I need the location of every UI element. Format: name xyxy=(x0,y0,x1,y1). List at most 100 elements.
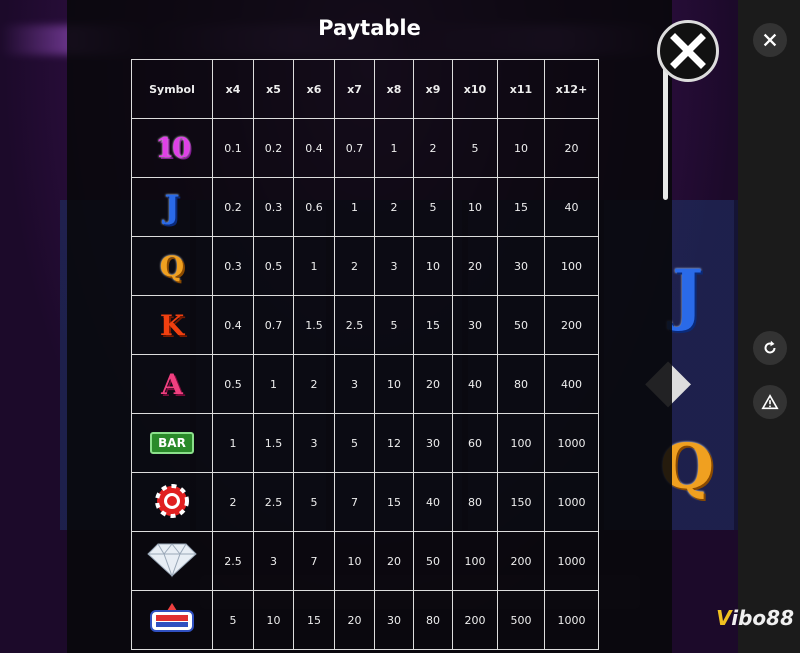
payout-cell: 1 xyxy=(374,118,414,178)
payout-cell: 2 xyxy=(334,236,375,296)
payout-cell: 80 xyxy=(497,354,545,414)
payout-cell: 20 xyxy=(452,236,498,296)
watermark-logo: Vibo88 xyxy=(716,606,794,630)
payout-cell: 1000 xyxy=(544,590,599,650)
payout-cell: 2 xyxy=(413,118,453,178)
payout-cell: 1 xyxy=(253,354,294,414)
payout-cell: 80 xyxy=(452,472,498,532)
payout-cell: 7 xyxy=(334,472,375,532)
symbol-cell: 10 xyxy=(131,118,213,178)
close-icon xyxy=(763,33,777,47)
payout-cell: 0.6 xyxy=(293,177,335,237)
table-row: K 0.4 0.7 1.5 2.5 5 15 30 50 200 xyxy=(131,295,599,355)
symbol-cell: J xyxy=(131,177,213,237)
payout-cell: 0.5 xyxy=(212,354,254,414)
payout-cell: 20 xyxy=(374,531,414,591)
paytable-overlay: Paytable Symbol x4 x5 x6 x7 x8 x9 x10 x1… xyxy=(67,0,719,653)
j-icon: J xyxy=(164,188,180,226)
table-row: 5 10 15 20 30 80 200 500 1000 xyxy=(131,590,599,650)
payout-cell: 5 xyxy=(374,295,414,355)
payout-cell: 5 xyxy=(452,118,498,178)
payout-cell: 150 xyxy=(497,472,545,532)
table-row: BAR 1 1.5 3 5 12 30 60 100 1000 xyxy=(131,413,599,473)
payout-cell: 80 xyxy=(413,590,453,650)
payout-cell: 5 xyxy=(293,472,335,532)
payout-cell: 30 xyxy=(374,590,414,650)
column-header: x7 xyxy=(334,59,375,119)
a-icon: A xyxy=(161,367,183,401)
payout-cell: 5 xyxy=(413,177,453,237)
payout-cell: 40 xyxy=(452,354,498,414)
payout-cell: 10 xyxy=(413,236,453,296)
reload-button[interactable] xyxy=(753,331,787,365)
payout-cell: 40 xyxy=(413,472,453,532)
payout-cell: 200 xyxy=(452,590,498,650)
payout-cell: 1000 xyxy=(544,472,599,532)
payout-cell: 3 xyxy=(334,354,375,414)
payout-cell: 15 xyxy=(374,472,414,532)
payout-cell: 0.4 xyxy=(212,295,254,355)
payout-cell: 30 xyxy=(452,295,498,355)
symbol-cell: A xyxy=(131,354,213,414)
symbol-cell xyxy=(131,472,213,532)
payout-cell: 400 xyxy=(544,354,599,414)
payout-cell: 200 xyxy=(544,295,599,355)
payout-cell: 0.1 xyxy=(212,118,254,178)
payout-cell: 0.2 xyxy=(253,118,294,178)
payout-cell: 30 xyxy=(497,236,545,296)
table-row: 2 2.5 5 7 15 40 80 150 1000 xyxy=(131,472,599,532)
payout-cell: 50 xyxy=(413,531,453,591)
table-row: A 0.5 1 2 3 10 20 40 80 400 xyxy=(131,354,599,414)
column-header: x8 xyxy=(374,59,414,119)
payout-cell: 2.5 xyxy=(334,295,375,355)
symbol-cell xyxy=(131,531,213,591)
column-header: x4 xyxy=(212,59,254,119)
payout-cell: 60 xyxy=(452,413,498,473)
close-button[interactable] xyxy=(657,20,719,82)
column-header: x11 xyxy=(497,59,545,119)
symbol-cell: K xyxy=(131,295,213,355)
chip-icon xyxy=(155,483,189,518)
table-row: Q 0.3 0.5 1 2 3 10 20 30 100 xyxy=(131,236,599,296)
payout-cell: 20 xyxy=(413,354,453,414)
column-header: Symbol xyxy=(131,59,213,119)
payout-cell: 3 xyxy=(374,236,414,296)
payout-cell: 0.7 xyxy=(334,118,375,178)
payout-cell: 20 xyxy=(334,590,375,650)
payout-cell: 2 xyxy=(293,354,335,414)
payout-cell: 1.5 xyxy=(253,413,294,473)
payout-cell: 10 xyxy=(497,118,545,178)
payout-cell: 2 xyxy=(212,472,254,532)
payout-cell: 5 xyxy=(334,413,375,473)
table-row: 2.5 3 7 10 20 50 100 200 1000 xyxy=(131,531,599,591)
k-icon: K xyxy=(159,308,185,342)
slots-money-logo-icon xyxy=(150,602,194,632)
payout-cell: 1 xyxy=(334,177,375,237)
column-header: x9 xyxy=(413,59,453,119)
payout-cell: 100 xyxy=(497,413,545,473)
payout-cell: 0.3 xyxy=(253,177,294,237)
payout-cell: 10 xyxy=(452,177,498,237)
payout-cell: 0.3 xyxy=(212,236,254,296)
payout-cell: 1.5 xyxy=(293,295,335,355)
payout-cell: 15 xyxy=(413,295,453,355)
warning-icon xyxy=(761,394,779,410)
payout-cell: 15 xyxy=(497,177,545,237)
payout-cell: 0.7 xyxy=(253,295,294,355)
warning-button[interactable] xyxy=(753,385,787,419)
payout-cell: 15 xyxy=(293,590,335,650)
payout-cell: 0.4 xyxy=(293,118,335,178)
payout-cell: 20 xyxy=(544,118,599,178)
payout-cell: 200 xyxy=(497,531,545,591)
payout-cell: 500 xyxy=(497,590,545,650)
symbol-cell xyxy=(131,590,213,650)
payout-cell: 2 xyxy=(374,177,414,237)
payout-cell: 10 xyxy=(374,354,414,414)
side-close-button[interactable] xyxy=(753,23,787,57)
header-row: Symbol x4 x5 x6 x7 x8 x9 x10 x11 x12+ xyxy=(131,59,599,119)
symbol-cell: Q xyxy=(131,236,213,296)
payout-cell: 1 xyxy=(293,236,335,296)
q-icon: Q xyxy=(159,249,185,283)
payout-cell: 5 xyxy=(212,590,254,650)
close-icon xyxy=(670,33,706,69)
